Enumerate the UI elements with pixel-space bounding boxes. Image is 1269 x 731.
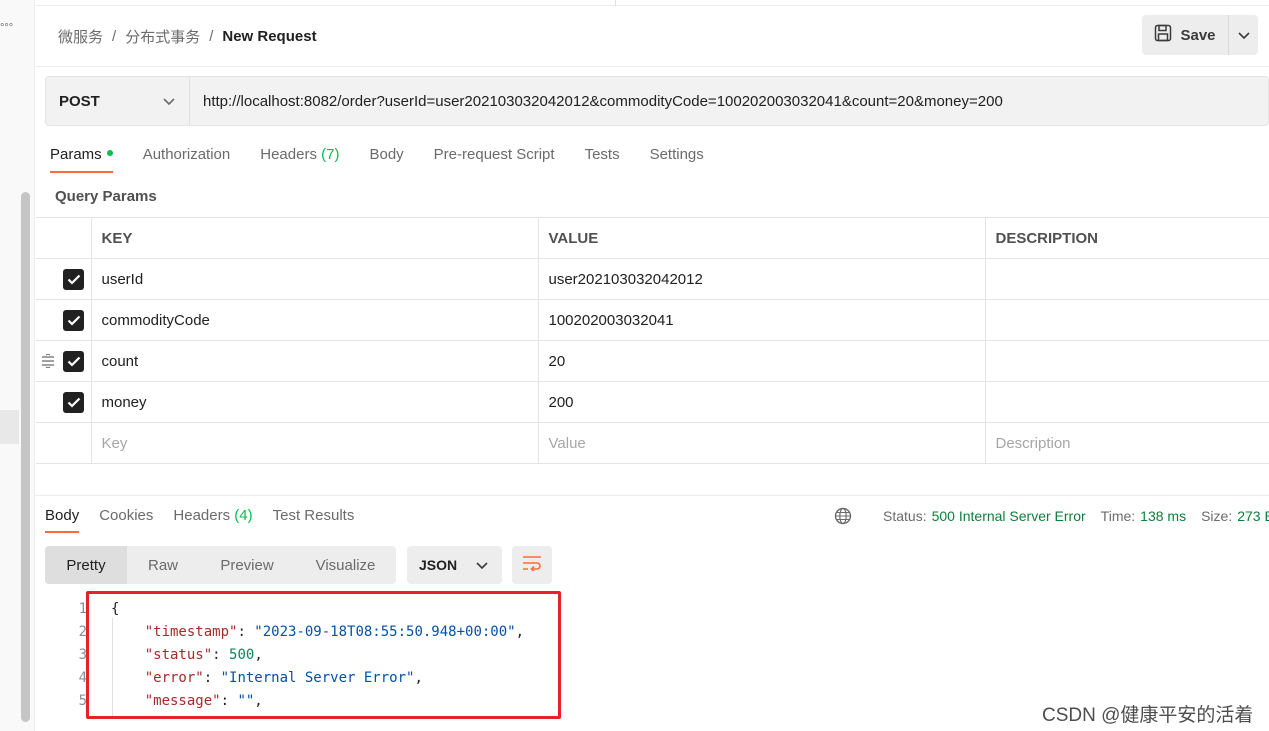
breadcrumb-separator: /	[112, 28, 117, 45]
status-label: Status:	[883, 508, 927, 524]
tab-strip-edge	[35, 0, 1269, 6]
param-description[interactable]	[984, 381, 1269, 423]
breadcrumb: 微服务 / 分布式事务 / New Request	[58, 26, 317, 47]
line-number: 1	[78, 601, 87, 617]
save-button-label: Save	[1180, 26, 1216, 44]
table-header-checkbox-col	[36, 217, 92, 259]
column-header-description: DESCRIPTION	[984, 217, 1269, 259]
param-value[interactable]: 100202003032041	[537, 299, 986, 341]
param-description[interactable]	[984, 258, 1269, 300]
param-value[interactable]: 20	[537, 340, 986, 382]
table-row: commodityCode 100202003032041	[36, 299, 1269, 341]
drag-handle-icon[interactable]	[41, 353, 55, 372]
breadcrumb-separator: /	[209, 28, 214, 45]
url-input[interactable]: http://localhost:8082/order?userId=user2…	[190, 93, 1003, 110]
query-params-title: Query Params	[55, 188, 157, 205]
globe-icon[interactable]	[834, 507, 852, 525]
save-icon	[1154, 24, 1172, 46]
param-description[interactable]	[984, 299, 1269, 341]
breadcrumb-item-workspace[interactable]: 微服务	[58, 26, 103, 47]
time-label: Time:	[1100, 508, 1136, 524]
sidebar-selected-item[interactable]	[0, 410, 19, 444]
view-tab-pretty[interactable]: Pretty	[45, 546, 127, 584]
header-divider	[35, 66, 1269, 67]
param-checkbox[interactable]	[63, 310, 84, 331]
line-number: 5	[78, 693, 87, 709]
tab-headers[interactable]: Headers (7)	[260, 146, 339, 173]
tab-tests[interactable]: Tests	[585, 146, 620, 173]
annotation-highlight-box	[86, 591, 561, 719]
chevron-down-icon	[163, 93, 175, 110]
params-active-dot	[106, 150, 113, 157]
tab-authorization[interactable]: Authorization	[143, 146, 231, 173]
tab-settings[interactable]: Settings	[650, 146, 704, 173]
tab-params[interactable]: Params	[50, 146, 113, 173]
param-description[interactable]	[984, 340, 1269, 382]
param-checkbox[interactable]	[63, 351, 84, 372]
time-value[interactable]: 138 ms	[1140, 508, 1186, 524]
chevron-down-icon	[476, 557, 488, 573]
format-select[interactable]: JSON	[407, 546, 502, 584]
new-key-input[interactable]: Key	[90, 422, 539, 464]
size-value[interactable]: 273 B	[1237, 508, 1269, 524]
save-options-button[interactable]	[1228, 15, 1258, 55]
param-key[interactable]: commodityCode	[90, 299, 539, 341]
response-divider[interactable]	[35, 495, 1269, 496]
save-button[interactable]: Save	[1142, 15, 1228, 55]
line-number: 4	[78, 670, 87, 686]
size-label: Size:	[1201, 508, 1233, 524]
new-description-input[interactable]: Description	[984, 422, 1269, 464]
tab-response-body[interactable]: Body	[45, 507, 80, 533]
save-button-group: Save	[1142, 15, 1258, 55]
chevron-down-icon	[1237, 27, 1250, 44]
headers-count: (7)	[321, 146, 340, 163]
column-header-value: VALUE	[537, 217, 986, 259]
more-options-icon[interactable]: °°°	[0, 22, 13, 34]
param-value[interactable]: 200	[537, 381, 986, 423]
sidebar-scrollbar[interactable]	[21, 192, 30, 722]
method-label: POST	[59, 92, 100, 110]
status-value[interactable]: 500 Internal Server Error	[932, 508, 1086, 524]
tab-test-results[interactable]: Test Results	[273, 507, 355, 533]
param-key[interactable]: userId	[90, 258, 539, 300]
table-row: count 20	[36, 340, 1269, 382]
param-checkbox[interactable]	[63, 269, 84, 290]
table-row: money 200	[36, 381, 1269, 423]
view-tab-raw[interactable]: Raw	[127, 546, 199, 584]
view-tab-visualize[interactable]: Visualize	[295, 546, 396, 584]
tab-body[interactable]: Body	[369, 146, 403, 173]
param-value[interactable]: user202103032042012	[537, 258, 986, 300]
new-value-input[interactable]: Value	[537, 422, 986, 464]
column-header-key: KEY	[90, 217, 539, 259]
request-tabs: Params Authorization Headers (7) Body Pr…	[50, 146, 734, 173]
table-row: userId user202103032042012	[36, 258, 1269, 300]
view-tab-preview[interactable]: Preview	[199, 546, 295, 584]
wrap-lines-icon	[522, 555, 542, 575]
wrap-lines-button[interactable]	[512, 546, 552, 584]
line-number: 2	[78, 624, 87, 640]
param-key[interactable]: count	[90, 340, 539, 382]
response-headers-count: (4)	[234, 507, 253, 524]
left-sidebar-strip: °°°	[0, 0, 35, 731]
param-checkbox[interactable]	[63, 392, 84, 413]
format-label: JSON	[419, 557, 458, 573]
method-select[interactable]: POST	[46, 77, 190, 125]
tab-pre-request-script[interactable]: Pre-request Script	[434, 146, 555, 173]
tab-cookies[interactable]: Cookies	[99, 507, 153, 533]
breadcrumb-item-collection[interactable]: 分布式事务	[125, 26, 200, 47]
table-row-new: Key Value Description	[36, 422, 1269, 464]
tab-response-headers[interactable]: Headers (4)	[173, 507, 252, 533]
page-title[interactable]: New Request	[222, 28, 316, 45]
response-status-bar: Status: 500 Internal Server Error Time: …	[834, 507, 1269, 525]
response-tabs: Body Cookies Headers (4) Test Results	[45, 507, 374, 533]
line-number: 3	[78, 647, 87, 663]
query-params-table: KEY VALUE DESCRIPTION userId user2021030…	[36, 217, 1269, 464]
param-key[interactable]: money	[90, 381, 539, 423]
request-url-bar: POST http://localhost:8082/order?userId=…	[45, 76, 1269, 126]
table-header-row: KEY VALUE DESCRIPTION	[36, 217, 1269, 259]
response-view-tabs: Pretty Raw Preview Visualize	[45, 546, 396, 584]
watermark: CSDN @健康平安的活着	[1042, 705, 1254, 726]
